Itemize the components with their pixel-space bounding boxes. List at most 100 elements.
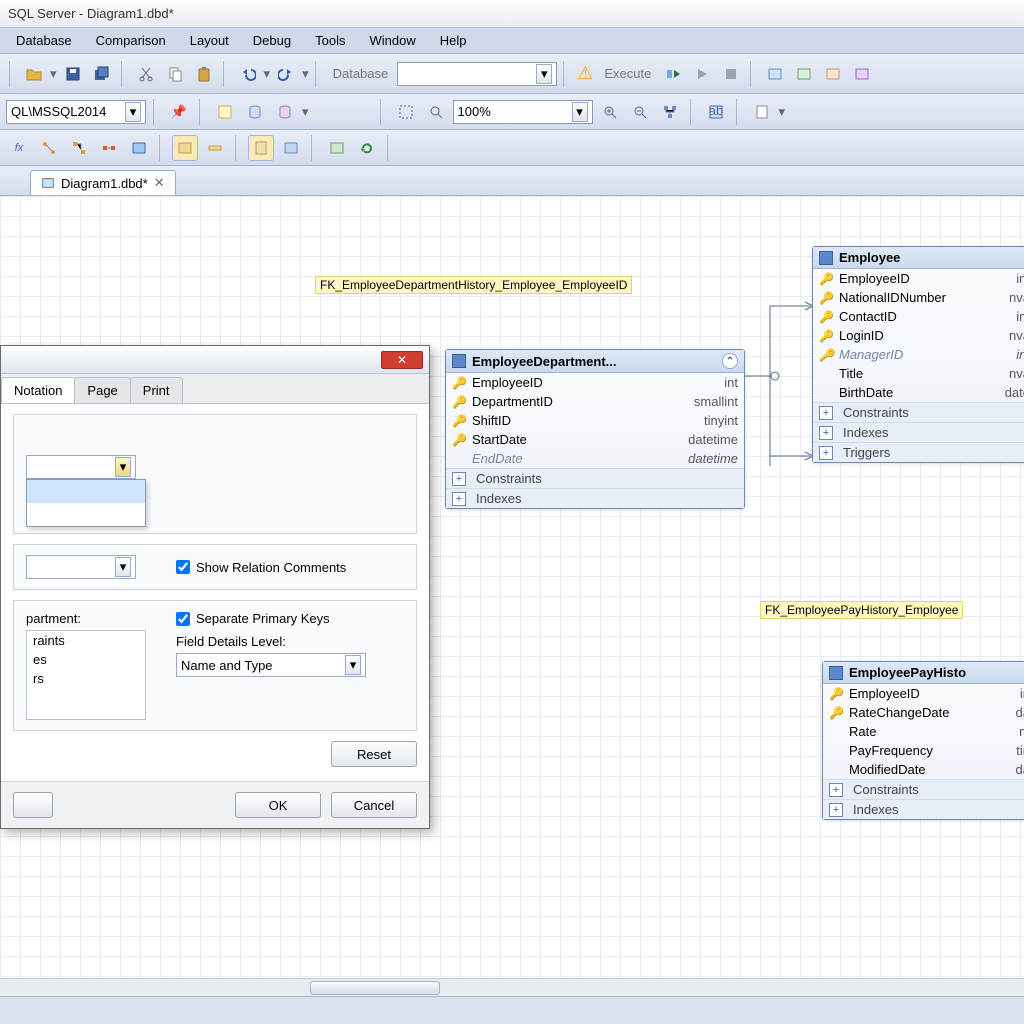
list-item[interactable]: raints [27, 631, 145, 650]
fit-button[interactable] [393, 99, 419, 125]
db-icon-button[interactable] [242, 99, 268, 125]
field-level-select[interactable]: Name and Type▾ [176, 653, 366, 677]
fx-button[interactable]: fx [6, 135, 32, 161]
entity-header[interactable]: EmployeeDepartment... ⌃ [446, 350, 744, 373]
menu-tools[interactable]: Tools [303, 30, 357, 51]
save-all-button[interactable] [89, 61, 115, 87]
stamp-button[interactable] [278, 135, 304, 161]
dialog-titlebar[interactable]: ✕ [1, 346, 429, 374]
expand-icon[interactable]: + [829, 783, 843, 797]
expand-icon[interactable]: + [819, 426, 833, 440]
show-relation-checkbox[interactable]: Show Relation Comments [176, 555, 346, 579]
tab-page[interactable]: Page [74, 377, 130, 403]
group-constraints[interactable]: +Constraints [446, 468, 744, 488]
database-combo[interactable]: ▾ [397, 62, 557, 86]
document-tab[interactable]: Diagram1.dbd* ✕ [30, 170, 176, 195]
list-item[interactable]: es [27, 650, 145, 669]
document-tabstrip: Diagram1.dbd* ✕ [0, 166, 1024, 196]
document-tab-label: Diagram1.dbd* [61, 176, 148, 191]
entity-employeedepartment[interactable]: EmployeeDepartment... ⌃ 🔑EmployeeIDint 🔑… [445, 349, 745, 509]
relation-btn-2[interactable] [66, 135, 92, 161]
menu-layout[interactable]: Layout [178, 30, 241, 51]
zoom-in-button[interactable] [597, 99, 623, 125]
group-constraints[interactable]: +Constraints [813, 402, 1024, 422]
undo-button[interactable] [235, 61, 261, 87]
edit-button[interactable] [212, 99, 238, 125]
open-button[interactable] [21, 61, 47, 87]
help-button[interactable] [13, 792, 53, 818]
entity-name: Employee [839, 250, 900, 265]
group-indexes[interactable]: +Indexes [813, 422, 1024, 442]
tool-btn-3[interactable] [820, 61, 846, 87]
dropdown-item[interactable] [27, 503, 145, 526]
cancel-button[interactable]: Cancel [331, 792, 417, 818]
horizontal-scrollbar[interactable] [0, 978, 1024, 996]
zoom-out-button[interactable] [627, 99, 653, 125]
notation-select[interactable]: ▾ [26, 455, 136, 479]
scrollbar-thumb[interactable] [310, 981, 440, 995]
play-button[interactable] [689, 61, 715, 87]
close-icon[interactable]: ✕ [381, 351, 423, 369]
separate-pk-checkbox[interactable]: Separate Primary Keys [176, 611, 366, 626]
expand-icon[interactable]: + [819, 406, 833, 420]
key-icon: 🔑 [819, 272, 833, 286]
secondary-select[interactable]: ▾ [26, 555, 136, 579]
menu-window[interactable]: Window [357, 30, 427, 51]
cut-button[interactable] [133, 61, 159, 87]
notation-dropdown-list [26, 479, 146, 527]
refresh-button[interactable] [354, 135, 380, 161]
zoom-combo[interactable]: 100% ▾ [453, 100, 593, 124]
tool-btn-4[interactable] [849, 61, 875, 87]
partment-label: partment: [26, 611, 146, 626]
diagram-file-icon [41, 176, 55, 190]
export-button[interactable] [749, 99, 775, 125]
main-toolbar: ▾ ▾ ▾ Database ▾ ⚠ Execute [0, 54, 1024, 94]
pin-button[interactable]: 📌 [166, 99, 192, 125]
expand-icon[interactable]: + [829, 803, 843, 817]
diagram-options-button[interactable]: ab [703, 99, 729, 125]
warning-icon: ⚠ [577, 63, 593, 84]
image-button[interactable] [324, 135, 350, 161]
tool-btn-1[interactable] [762, 61, 788, 87]
entity-employeepayhistory[interactable]: EmployeePayHisto 🔑EmployeeIDin 🔑RateChan… [822, 661, 1024, 820]
group-indexes[interactable]: +Indexes [446, 488, 744, 508]
menu-comparison[interactable]: Comparison [84, 30, 178, 51]
tab-notation[interactable]: Notation [1, 377, 75, 403]
group-triggers[interactable]: +Triggers [813, 442, 1024, 462]
relation-btn-1[interactable] [36, 135, 62, 161]
reset-button[interactable]: Reset [331, 741, 417, 767]
db-icon2-button[interactable] [272, 99, 298, 125]
list-item[interactable]: rs [27, 669, 145, 688]
entity-employee[interactable]: Employee 🔑EmployeeIDint 🔑NationalIDNumbe… [812, 246, 1024, 463]
layout-button[interactable] [657, 99, 683, 125]
execute-step-button[interactable] [660, 61, 686, 87]
menu-help[interactable]: Help [428, 30, 479, 51]
paste-button[interactable] [191, 61, 217, 87]
copy-button[interactable] [162, 61, 188, 87]
container-button[interactable] [126, 135, 152, 161]
collapse-icon[interactable]: ⌃ [722, 353, 738, 369]
expand-icon[interactable]: + [819, 446, 833, 460]
new-relation-button[interactable] [202, 135, 228, 161]
dropdown-item[interactable] [27, 480, 145, 503]
ok-button[interactable]: OK [235, 792, 321, 818]
expand-icon[interactable]: + [452, 492, 466, 506]
stop-button[interactable] [718, 61, 744, 87]
note-button[interactable] [248, 135, 274, 161]
connection-combo[interactable]: QL\MSSQL2014 ▾ [6, 100, 146, 124]
redo-button[interactable] [273, 61, 299, 87]
entity-name: EmployeePayHisto [849, 665, 966, 680]
group-indexes[interactable]: +Indexes [823, 799, 1024, 819]
group-constraints[interactable]: +Constraints [823, 779, 1024, 799]
new-table-button[interactable] [172, 135, 198, 161]
zoom-fit-button[interactable] [423, 99, 449, 125]
menu-database[interactable]: Database [4, 30, 84, 51]
tab-print[interactable]: Print [130, 377, 183, 403]
save-button[interactable] [60, 61, 86, 87]
relation-btn-3[interactable] [96, 135, 122, 161]
menu-debug[interactable]: Debug [241, 30, 303, 51]
execute-label[interactable]: Execute [598, 66, 657, 81]
tool-btn-2[interactable] [791, 61, 817, 87]
expand-icon[interactable]: + [452, 472, 466, 486]
close-tab-icon[interactable]: ✕ [154, 175, 165, 191]
